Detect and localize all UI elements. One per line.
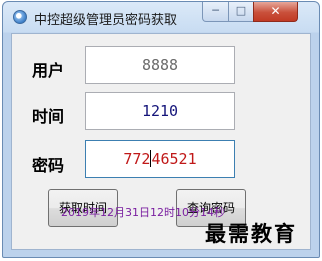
window-title: 中控超级管理员密码获取 xyxy=(34,13,178,28)
password-value-start: 772 xyxy=(123,150,151,168)
password-label: 密码 xyxy=(32,156,65,175)
close-button[interactable]: ✕ xyxy=(253,2,298,22)
user-label: 用户 xyxy=(32,61,65,80)
user-field[interactable]: 8888 xyxy=(85,46,235,84)
time-field[interactable]: 1210 xyxy=(85,92,235,130)
maximize-button[interactable]: □ xyxy=(228,2,254,22)
password-field[interactable]: 77246521 xyxy=(85,140,235,178)
user-value: 8888 xyxy=(141,56,179,74)
status-timestamp: 2019年12月31日12时10分14秒 xyxy=(61,206,225,219)
time-value: 1210 xyxy=(141,102,179,120)
password-value-end: 46521 xyxy=(151,150,197,168)
title-bar[interactable]: 中控超级管理员密码获取 ─ □ ✕ xyxy=(3,2,319,33)
watermark-logo: 最需教育 xyxy=(205,221,297,246)
time-label: 时间 xyxy=(32,107,65,126)
app-icon xyxy=(13,10,27,24)
minimize-button[interactable]: ─ xyxy=(202,2,229,22)
